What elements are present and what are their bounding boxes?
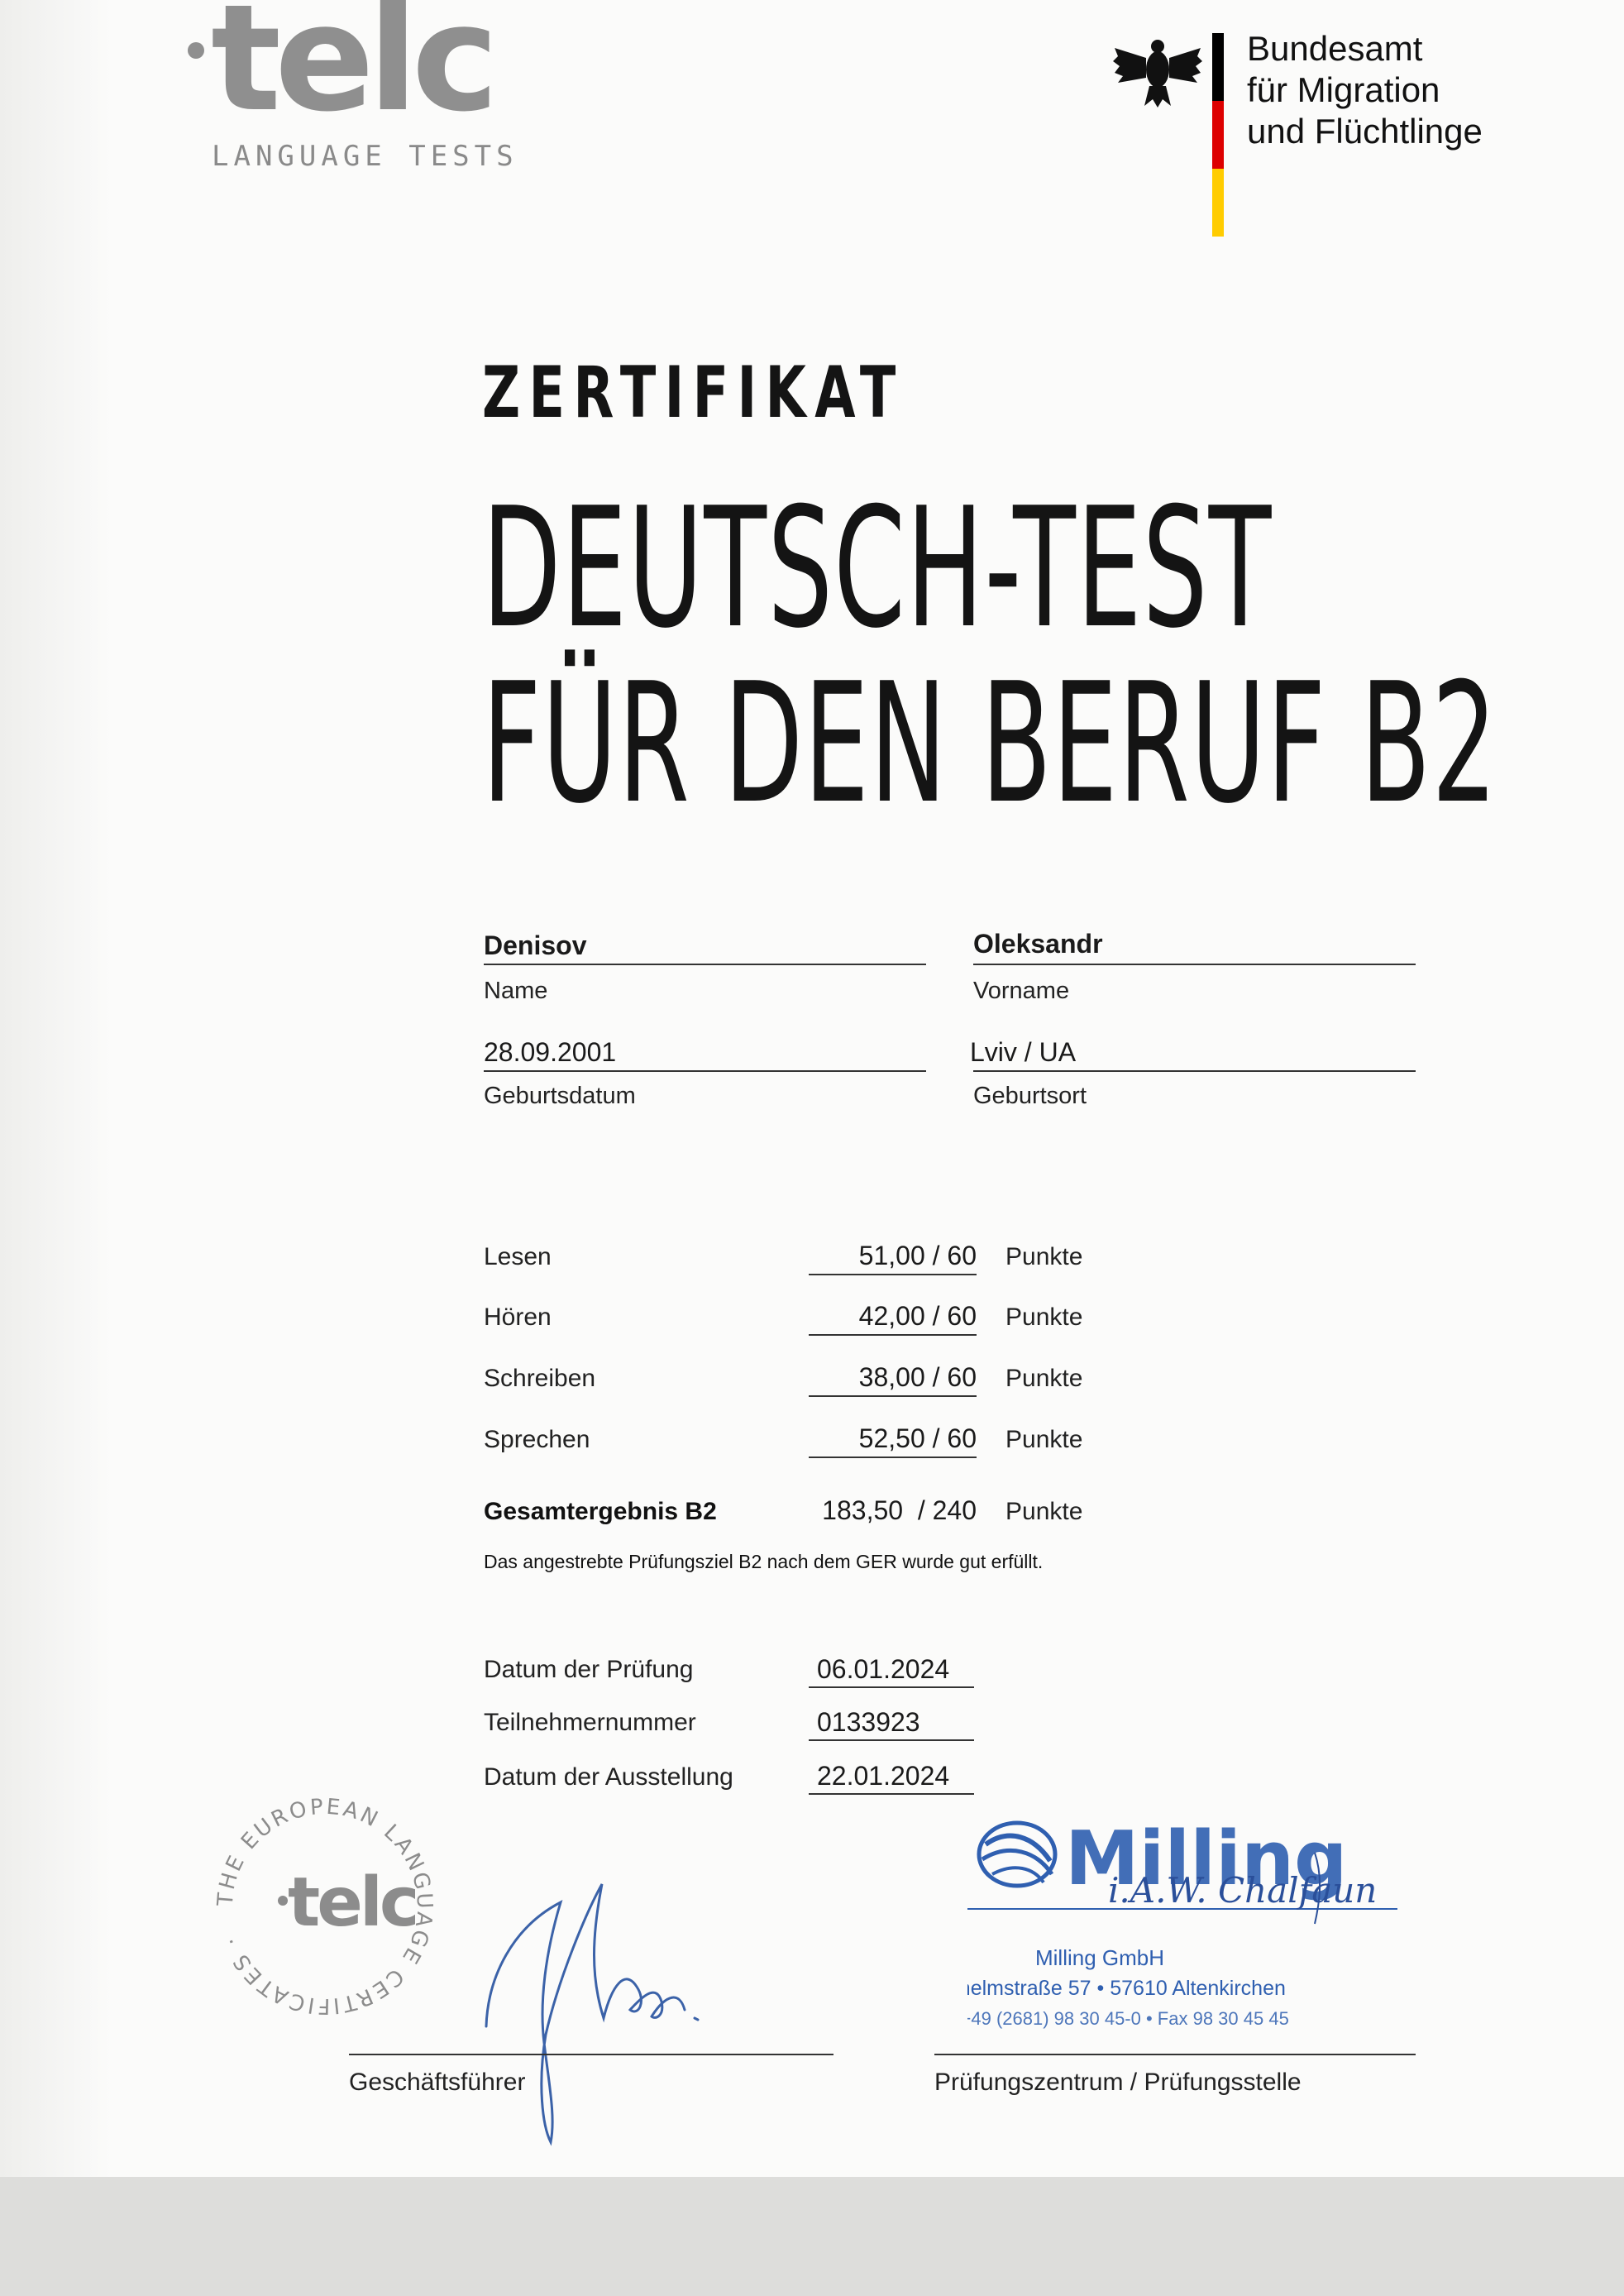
score-label-lesen: Lesen bbox=[484, 1243, 552, 1270]
score-underline-lesen bbox=[809, 1274, 977, 1275]
score-value-lesen: 51,00 / 60 bbox=[858, 1241, 977, 1270]
participant-number-value: 0133923 bbox=[817, 1707, 920, 1737]
score-label-hoeren: Hören bbox=[484, 1303, 552, 1331]
first-name-label: Vorname bbox=[973, 978, 1070, 1004]
birth-place-value: Lviv / UA bbox=[970, 1037, 1077, 1067]
surname-value: Denisov bbox=[484, 930, 587, 960]
score-unit-lesen: Punkte bbox=[1005, 1243, 1083, 1270]
exam-title-line-2: FÜR DEN BERUF B2 bbox=[482, 648, 1498, 840]
score-label-sprechen: Sprechen bbox=[484, 1426, 590, 1453]
birth-place-label: Geburtsort bbox=[973, 1083, 1087, 1109]
score-unit-hoeren: Punkte bbox=[1005, 1303, 1083, 1331]
scanner-background bbox=[0, 2177, 1624, 2296]
federal-eagle-icon bbox=[1113, 40, 1202, 108]
examiner-signature: i.A.W. Chalfaun bbox=[1108, 1852, 1377, 1925]
score-underline-schreiben bbox=[809, 1395, 977, 1397]
left-signature-line bbox=[349, 2054, 833, 2055]
score-value-schreiben: 38,00 / 60 bbox=[858, 1362, 977, 1392]
milling-phone: Tel. +49 (2681) 98 30 45-0 • Fax 98 30 4… bbox=[967, 2008, 1289, 2029]
score-unit-sprechen: Punkte bbox=[1005, 1426, 1083, 1453]
issue-date-value: 22.01.2024 bbox=[817, 1761, 950, 1791]
total-score-unit: Punkte bbox=[1005, 1498, 1083, 1525]
milling-address: Wilhelmstraße 57 • 57610 Altenkirchen bbox=[967, 1977, 1286, 2000]
bamf-line-1: Bundesamt bbox=[1247, 29, 1423, 68]
german-flag-bar bbox=[1212, 33, 1224, 237]
first-name-underline bbox=[973, 964, 1416, 965]
bamf-logo-text: Bundesamt für Migration und Flüchtlinge bbox=[1247, 28, 1483, 152]
telc-logo-dot bbox=[188, 42, 204, 59]
milling-company: Milling GmbH bbox=[1035, 1945, 1164, 1970]
issue-date-label: Datum der Ausstellung bbox=[484, 1763, 733, 1791]
issue-date-underline bbox=[809, 1793, 974, 1795]
score-underline-hoeren bbox=[809, 1334, 977, 1336]
participant-number-label: Teilnehmernummer bbox=[484, 1709, 696, 1736]
score-underline-sprechen bbox=[809, 1457, 977, 1458]
seal-telc-word: telc bbox=[288, 1863, 417, 1942]
surname-underline bbox=[484, 964, 926, 965]
exam-date-label: Datum der Prüfung bbox=[484, 1656, 694, 1683]
telc-seal: THE EUROPEAN LANGUAGE CERTIFICATES · tel… bbox=[213, 1795, 435, 2018]
total-score-label: Gesamtergebnis B2 bbox=[484, 1498, 717, 1525]
participant-number-underline bbox=[809, 1739, 974, 1741]
score-value-sprechen: 52,50 / 60 bbox=[858, 1423, 977, 1453]
managing-director-signature bbox=[485, 1883, 700, 2146]
exam-date-underline bbox=[809, 1686, 974, 1688]
examiner-handwritten: i.A.W. Chalfaun bbox=[1108, 1870, 1377, 1911]
telc-logo-word: telc bbox=[211, 0, 499, 144]
birth-date-underline bbox=[484, 1070, 926, 1072]
birth-place-underline bbox=[973, 1070, 1416, 1072]
result-note: Das angestrebte Prüfungsziel B2 nach dem… bbox=[484, 1551, 1044, 1572]
birth-date-label: Geburtsdatum bbox=[484, 1083, 636, 1109]
managing-director-label: Geschäftsführer bbox=[349, 2069, 526, 2096]
bamf-line-3: und Flüchtlinge bbox=[1247, 112, 1483, 151]
telc-logo-subtitle: LANGUAGE TESTS bbox=[212, 140, 518, 173]
exam-title-line-1: DEUTSCH-TEST bbox=[482, 472, 1273, 665]
right-signature-line bbox=[934, 2054, 1416, 2055]
total-score-value: 183,50 / 240 bbox=[822, 1495, 977, 1525]
bamf-line-2: für Migration bbox=[1247, 70, 1440, 109]
score-value-hoeren: 42,00 / 60 bbox=[858, 1301, 977, 1331]
score-unit-schreiben: Punkte bbox=[1005, 1365, 1083, 1392]
scan-shadow bbox=[0, 0, 112, 2177]
score-label-schreiben: Schreiben bbox=[484, 1365, 596, 1392]
surname-label: Name bbox=[484, 978, 548, 1004]
exam-center-label: Prüfungszentrum / Prüfungsstelle bbox=[934, 2069, 1302, 2096]
first-name-value: Oleksandr bbox=[973, 929, 1103, 959]
birth-date-value: 28.09.2001 bbox=[484, 1037, 617, 1067]
certificate-heading: ZERTIFIKAT bbox=[482, 352, 905, 434]
exam-date-value: 06.01.2024 bbox=[817, 1654, 950, 1684]
